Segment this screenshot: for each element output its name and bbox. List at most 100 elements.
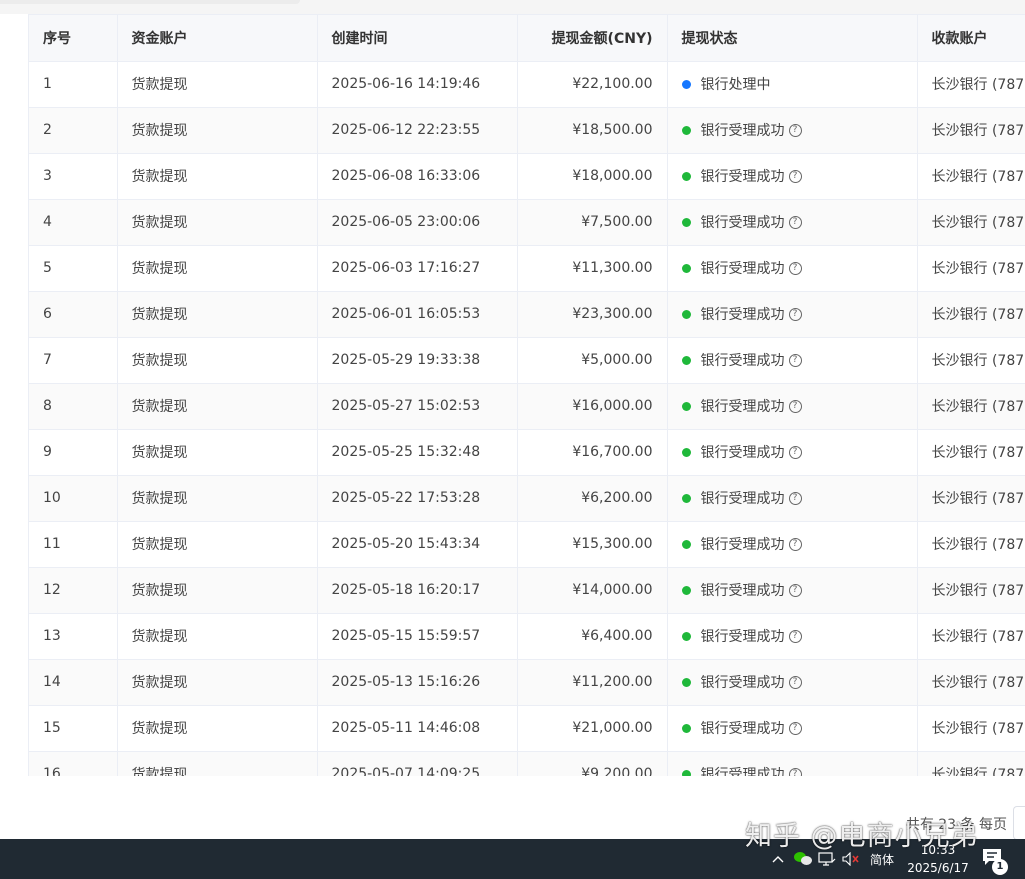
- cell-status: 银行处理中: [667, 61, 918, 108]
- cell-status: 银行受理成功?: [667, 337, 918, 384]
- status-text: 银行受理成功: [700, 721, 785, 737]
- page-size-select[interactable]: [1013, 806, 1025, 839]
- cell-index: 11: [29, 521, 118, 568]
- status-text: 银行受理成功: [700, 307, 785, 323]
- cell-payee-account: 长沙银行 (787: [917, 659, 1025, 706]
- cell-amount: ¥18,500.00: [517, 107, 668, 154]
- cell-fund-account: 货款提现: [117, 383, 318, 430]
- status-dot-icon: [681, 539, 691, 549]
- status-text: 银行受理成功: [700, 491, 785, 507]
- cell-amount: ¥16,000.00: [517, 383, 668, 430]
- help-circle-icon[interactable]: ?: [788, 583, 802, 597]
- table-row[interactable]: 9 货款提现 2025-05-25 15:32:48 ¥16,700.00 银行受理成功…: [29, 429, 1025, 476]
- table-row[interactable]: 1 货款提现 2025-06-16 14:19:46 ¥22,100.00 银行处理中 长…: [29, 61, 1025, 108]
- help-circle-icon[interactable]: ?: [788, 261, 802, 275]
- status-text: 银行受理成功: [700, 675, 785, 691]
- status-text: 银行受理成功: [700, 629, 785, 645]
- status-dot-icon: [681, 447, 691, 457]
- cell-status: 银行受理成功?: [667, 107, 918, 154]
- table-row[interactable]: 5 货款提现 2025-06-03 17:16:27 ¥11,300.00 银行受理成功…: [29, 245, 1025, 292]
- table-row[interactable]: 6 货款提现 2025-06-01 16:05:53 ¥23,300.00 银行受理成功…: [29, 291, 1025, 338]
- cell-status: 银行受理成功?: [667, 567, 918, 614]
- help-circle-icon[interactable]: ?: [788, 721, 802, 735]
- table-body: 1 货款提现 2025-06-16 14:19:46 ¥22,100.00 银行处理中长…: [29, 61, 1025, 776]
- cell-amount: ¥23,300.00: [517, 291, 668, 338]
- help-circle-icon[interactable]: ?: [788, 629, 802, 643]
- table-row[interactable]: 3 货款提现 2025-06-08 16:33:06 ¥18,000.00 银行受理成功…: [29, 153, 1025, 200]
- cell-index: 1: [29, 61, 118, 108]
- help-circle-icon[interactable]: ?: [788, 399, 802, 413]
- cell-index: 10: [29, 475, 118, 522]
- status-text: 银行受理成功: [700, 261, 785, 277]
- cell-index: 4: [29, 199, 118, 246]
- cell-status: 银行受理成功?: [667, 429, 918, 476]
- help-circle-icon[interactable]: ?: [788, 675, 802, 689]
- cell-payee-account: 长沙银行 (787: [917, 291, 1025, 338]
- cell-payee-account: 长沙银行 (787: [917, 153, 1025, 200]
- table-row[interactable]: 13 货款提现 2025-05-15 15:59:57 ¥6,400.00 银行受理成功…: [29, 613, 1025, 660]
- cell-amount: ¥22,100.00: [517, 61, 668, 108]
- status-dot-icon: [681, 125, 691, 135]
- cell-fund-account: 货款提现: [117, 751, 318, 776]
- status-text: 银行受理成功: [700, 767, 785, 776]
- table-row[interactable]: 2 货款提现 2025-06-12 22:23:55 ¥18,500.00 银行受理成功…: [29, 107, 1025, 154]
- column-header-status: 提现状态: [667, 15, 918, 62]
- cell-fund-account: 货款提现: [117, 521, 318, 568]
- cell-created-time: 2025-05-15 15:59:57: [317, 613, 518, 660]
- cell-created-time: 2025-06-01 16:05:53: [317, 291, 518, 338]
- help-circle-icon[interactable]: ?: [788, 123, 802, 137]
- cell-payee-account: 长沙银行 (787: [917, 613, 1025, 660]
- help-circle-icon[interactable]: ?: [788, 169, 802, 183]
- cell-status: 银行受理成功?: [667, 705, 918, 752]
- cell-fund-account: 货款提现: [117, 613, 318, 660]
- cell-payee-account: 长沙银行 (787: [917, 429, 1025, 476]
- help-circle-icon[interactable]: ?: [788, 353, 802, 367]
- table-row[interactable]: 10 货款提现 2025-05-22 17:53:28 ¥6,200.00 银行受理成功…: [29, 475, 1025, 522]
- cell-status: 银行受理成功?: [667, 291, 918, 338]
- table-row[interactable]: 4 货款提现 2025-06-05 23:00:06 ¥7,500.00 银行受理成功?…: [29, 199, 1025, 246]
- status-text: 银行受理成功: [700, 169, 785, 185]
- help-circle-icon[interactable]: ?: [788, 307, 802, 321]
- cell-index: 7: [29, 337, 118, 384]
- status-dot-icon: [681, 401, 691, 411]
- status-dot-icon: [681, 171, 691, 181]
- notification-badge: 1: [992, 859, 1008, 875]
- status-text: 银行受理成功: [700, 537, 785, 553]
- cell-payee-account: 长沙银行 (787: [917, 337, 1025, 384]
- status-dot-icon: [681, 493, 691, 503]
- table-row[interactable]: 12 货款提现 2025-05-18 16:20:17 ¥14,000.00 银行受理成…: [29, 567, 1025, 614]
- help-circle-icon[interactable]: ?: [788, 215, 802, 229]
- cell-amount: ¥11,200.00: [517, 659, 668, 706]
- table-row[interactable]: 14 货款提现 2025-05-13 15:16:26 ¥11,200.00 银行受理成…: [29, 659, 1025, 706]
- cell-created-time: 2025-05-27 15:02:53: [317, 383, 518, 430]
- cell-amount: ¥14,000.00: [517, 567, 668, 614]
- cell-status: 银行受理成功?: [667, 613, 918, 660]
- clock-date: 2025/6/17: [907, 861, 969, 875]
- help-circle-icon[interactable]: ?: [788, 767, 802, 776]
- cell-fund-account: 货款提现: [117, 153, 318, 200]
- table-row[interactable]: 15 货款提现 2025-05-11 14:46:08 ¥21,000.00 银行受理成…: [29, 705, 1025, 752]
- cell-amount: ¥21,000.00: [517, 705, 668, 752]
- cell-fund-account: 货款提现: [117, 199, 318, 246]
- status-dot-icon: [681, 355, 691, 365]
- cell-index: 12: [29, 567, 118, 614]
- cell-status: 银行受理成功?: [667, 199, 918, 246]
- table-row[interactable]: 7 货款提现 2025-05-29 19:33:38 ¥5,000.00 银行受理成功?…: [29, 337, 1025, 384]
- cell-status: 银行受理成功?: [667, 245, 918, 292]
- cell-fund-account: 货款提现: [117, 567, 318, 614]
- help-circle-icon[interactable]: ?: [788, 537, 802, 551]
- table-row[interactable]: 11 货款提现 2025-05-20 15:43:34 ¥15,300.00 银行受理成…: [29, 521, 1025, 568]
- cell-fund-account: 货款提现: [117, 61, 318, 108]
- help-circle-icon[interactable]: ?: [788, 491, 802, 505]
- table-row[interactable]: 8 货款提现 2025-05-27 15:02:53 ¥16,000.00 银行受理成功…: [29, 383, 1025, 430]
- cell-index: 3: [29, 153, 118, 200]
- help-circle-icon[interactable]: ?: [788, 445, 802, 459]
- cell-index: 5: [29, 245, 118, 292]
- withdrawal-table: 序号 资金账户 创建时间 提现金额(CNY) 提现状态 收款账户 1 货款提现 20…: [29, 15, 1025, 776]
- cell-fund-account: 货款提现: [117, 291, 318, 338]
- top-strip-tab: [0, 0, 300, 4]
- status-dot-icon: [681, 723, 691, 733]
- table-row[interactable]: 16 货款提现 2025-05-07 14:09:25 ¥9,200.00 银行受理成功…: [29, 751, 1025, 776]
- cell-payee-account: 长沙银行 (787: [917, 61, 1025, 108]
- watermark-text: 知乎 @电商小兄弟: [745, 821, 979, 852]
